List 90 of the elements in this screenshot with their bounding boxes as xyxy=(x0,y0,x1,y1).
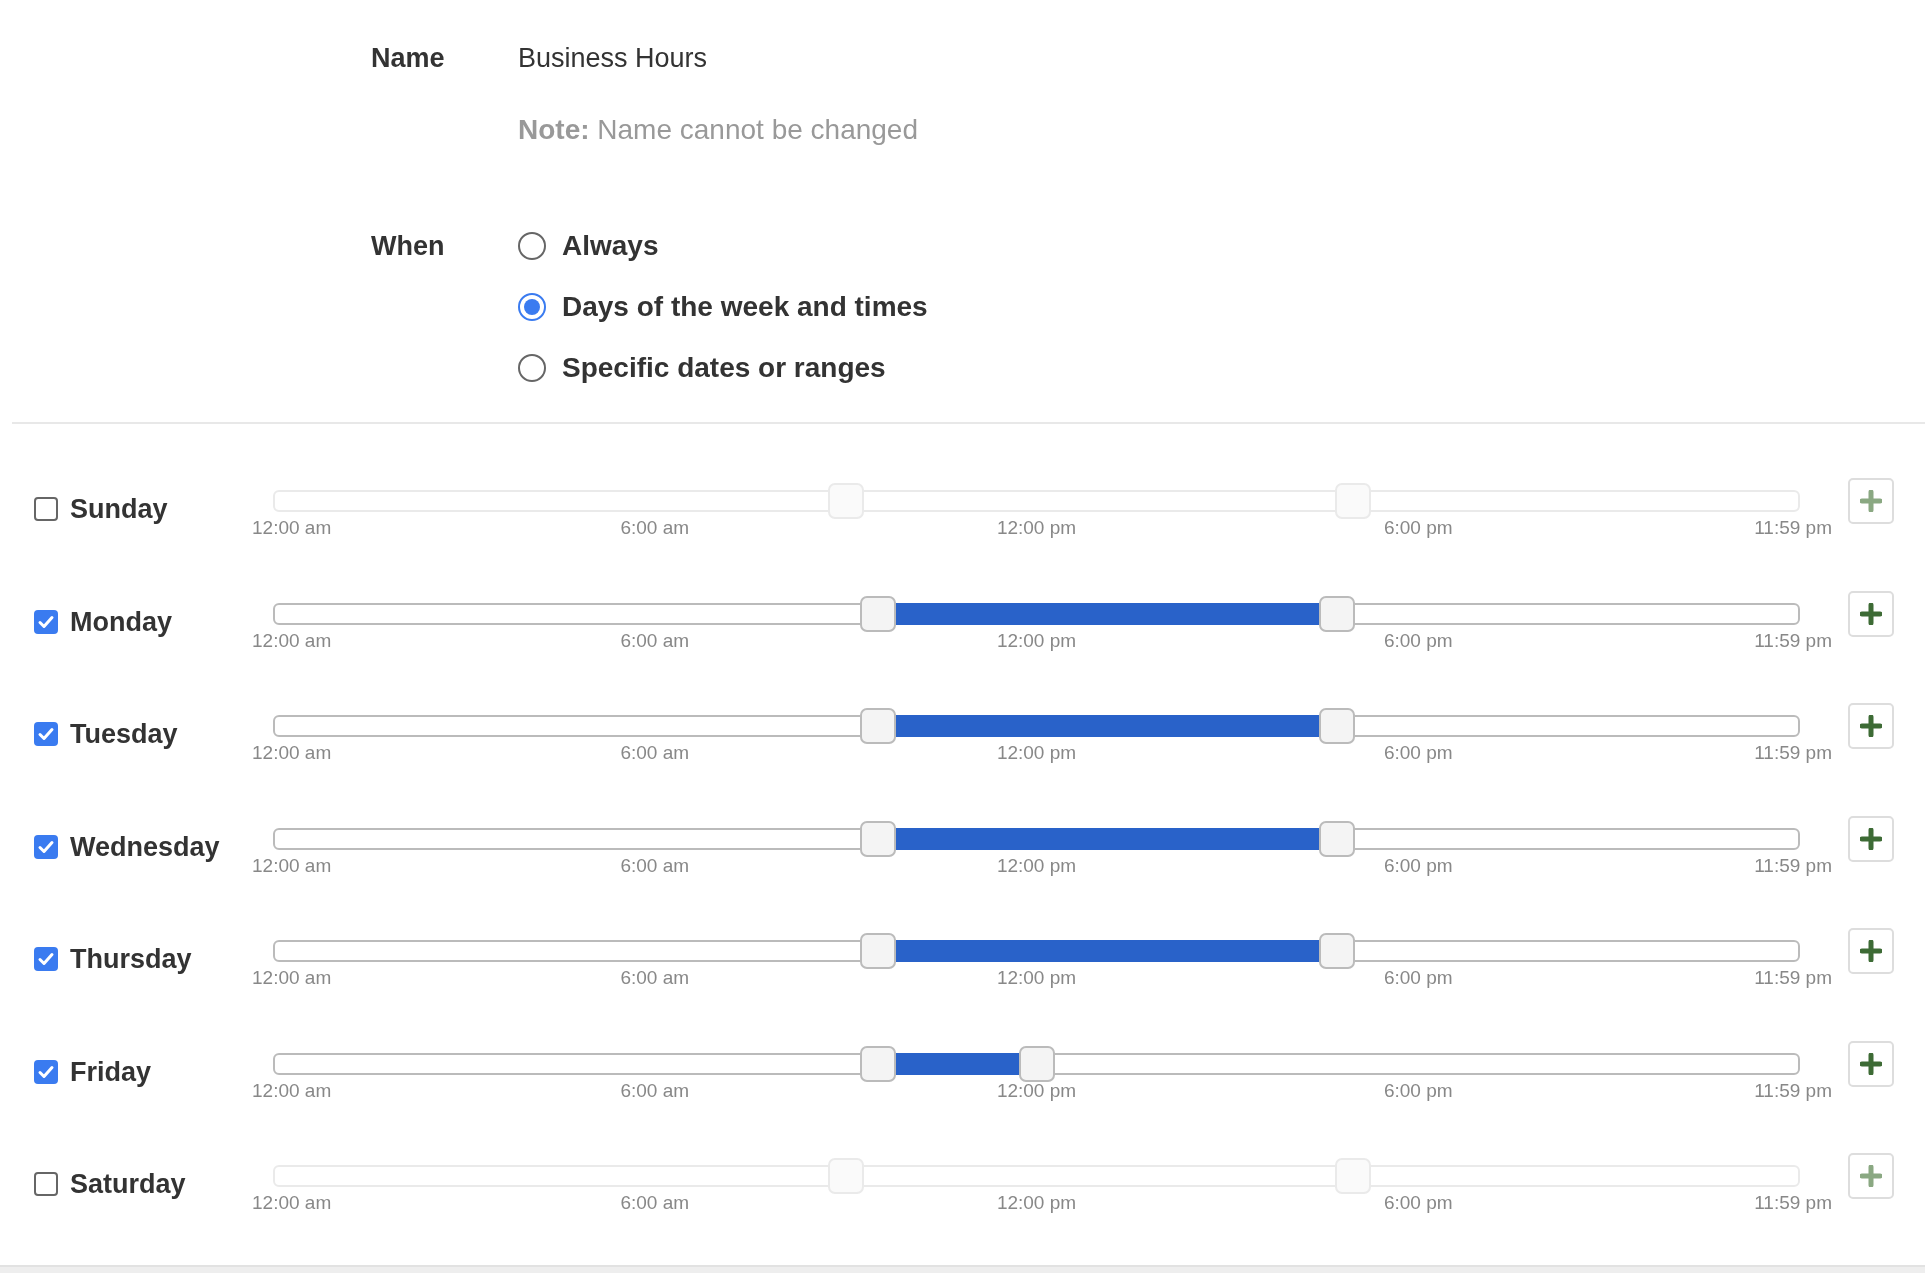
time-tick-label: 6:00 pm xyxy=(1383,628,1453,653)
check-icon xyxy=(37,725,55,743)
slider-handle[interactable] xyxy=(1018,1045,1055,1082)
time-tick-label: 6:00 pm xyxy=(1383,966,1453,990)
time-tick-label: 12:00 am xyxy=(252,966,332,990)
plus-icon xyxy=(1860,715,1882,737)
time-range-slider[interactable] xyxy=(273,708,1800,744)
field-label: Name xyxy=(371,41,446,75)
add-range-button[interactable] xyxy=(1848,1040,1894,1087)
plus-icon xyxy=(1860,940,1882,962)
time-tick-label: 6:00 am xyxy=(620,1191,690,1215)
time-tick-label: 12:00 am xyxy=(252,741,332,765)
radio-button[interactable] xyxy=(518,354,546,382)
day-label: Friday xyxy=(70,1055,152,1089)
time-tick-label: 12:00 pm xyxy=(996,741,1077,765)
radio-label: Specific dates or ranges xyxy=(562,351,886,385)
time-tick-label: 12:00 am xyxy=(252,1078,332,1103)
day-label: Tuesday xyxy=(70,718,178,751)
plus-icon xyxy=(1860,1052,1882,1075)
time-tick-label: 11:59 pm xyxy=(1754,741,1832,765)
time-tick-label: 11:59 pm xyxy=(1754,1078,1832,1103)
time-tick-label: 11:59 pm xyxy=(1754,1191,1832,1215)
time-tick-label: 11:59 pm xyxy=(1754,516,1832,540)
time-tick-label: 12:00 am xyxy=(252,628,332,653)
time-tick-label: 6:00 pm xyxy=(1383,516,1453,540)
time-tick-label: 6:00 am xyxy=(620,741,690,765)
checkbox[interactable] xyxy=(34,497,58,521)
slider-handle[interactable] xyxy=(1319,708,1356,744)
add-range-button[interactable] xyxy=(1848,478,1894,524)
name-value: Business Hours xyxy=(518,41,708,75)
time-tick-label: 6:00 am xyxy=(620,1078,690,1103)
time-tick-label: 12:00 am xyxy=(252,853,332,878)
time-tick-label: 6:00 pm xyxy=(1383,1078,1453,1103)
day-label: Sunday xyxy=(70,493,168,526)
checkbox[interactable] xyxy=(34,722,58,746)
slider-handle[interactable] xyxy=(859,933,896,969)
radio-label: Days of the week and times xyxy=(562,290,928,324)
day-label: Saturday xyxy=(70,1168,186,1201)
check-icon xyxy=(37,950,55,968)
day-label: Wednesday xyxy=(70,830,220,864)
time-tick-label: 12:00 am xyxy=(252,1191,332,1215)
time-tick-label: 6:00 pm xyxy=(1383,741,1453,765)
time-range-slider[interactable] xyxy=(273,1045,1800,1082)
slider-handle[interactable] xyxy=(1319,820,1356,857)
add-range-button[interactable] xyxy=(1848,590,1894,637)
time-tick-label: 12:00 pm xyxy=(996,1078,1077,1103)
day-label: Monday xyxy=(70,605,172,639)
checkbox[interactable] xyxy=(34,1059,58,1084)
time-tick-label: 6:00 pm xyxy=(1383,853,1453,878)
time-tick-label: 12:00 pm xyxy=(996,966,1077,990)
plus-icon xyxy=(1860,490,1882,512)
field-label: When xyxy=(371,230,446,263)
checkbox[interactable] xyxy=(34,834,58,859)
add-range-button[interactable] xyxy=(1848,815,1894,862)
slider-handle[interactable] xyxy=(859,1045,896,1082)
checkbox[interactable] xyxy=(34,1172,58,1196)
radio-button[interactable] xyxy=(518,293,546,321)
plus-icon xyxy=(1860,1165,1882,1187)
plus-icon xyxy=(1860,602,1882,625)
time-tick-label: 11:59 pm xyxy=(1754,966,1832,990)
time-tick-label: 12:00 pm xyxy=(996,628,1077,653)
add-range-button[interactable] xyxy=(1848,1153,1894,1199)
time-range-slider[interactable] xyxy=(273,820,1800,857)
time-tick-label: 6:00 am xyxy=(620,966,690,990)
checkbox[interactable] xyxy=(34,609,58,634)
radio-label: Always xyxy=(562,229,659,263)
time-tick-label: 12:00 pm xyxy=(996,1191,1077,1215)
time-tick-label: 12:00 pm xyxy=(996,853,1077,878)
add-range-button[interactable] xyxy=(1848,928,1894,974)
time-range-slider[interactable] xyxy=(273,595,1800,632)
note-text: Note: Name cannot be changed xyxy=(518,113,918,147)
day-label: Thursday xyxy=(70,943,192,976)
slider-handle[interactable] xyxy=(859,820,896,857)
add-range-button[interactable] xyxy=(1848,703,1894,749)
time-tick-label: 11:59 pm xyxy=(1754,853,1832,878)
checkbox[interactable] xyxy=(34,947,58,971)
time-tick-label: 6:00 am xyxy=(620,516,690,540)
plus-icon xyxy=(1860,827,1882,850)
time-tick-label: 6:00 pm xyxy=(1383,1191,1453,1215)
time-tick-label: 6:00 am xyxy=(620,628,690,653)
slider-handle[interactable] xyxy=(1319,933,1356,969)
time-range-slider[interactable] xyxy=(273,933,1800,969)
slider-handle[interactable] xyxy=(1319,595,1356,632)
slider-handle[interactable] xyxy=(859,708,896,744)
time-tick-label: 11:59 pm xyxy=(1754,628,1832,653)
time-tick-label: 12:00 pm xyxy=(996,516,1077,540)
radio-button[interactable] xyxy=(518,232,546,260)
time-tick-label: 6:00 am xyxy=(620,853,690,878)
slider-handle[interactable] xyxy=(859,595,896,632)
time-tick-label: 12:00 am xyxy=(252,516,332,540)
